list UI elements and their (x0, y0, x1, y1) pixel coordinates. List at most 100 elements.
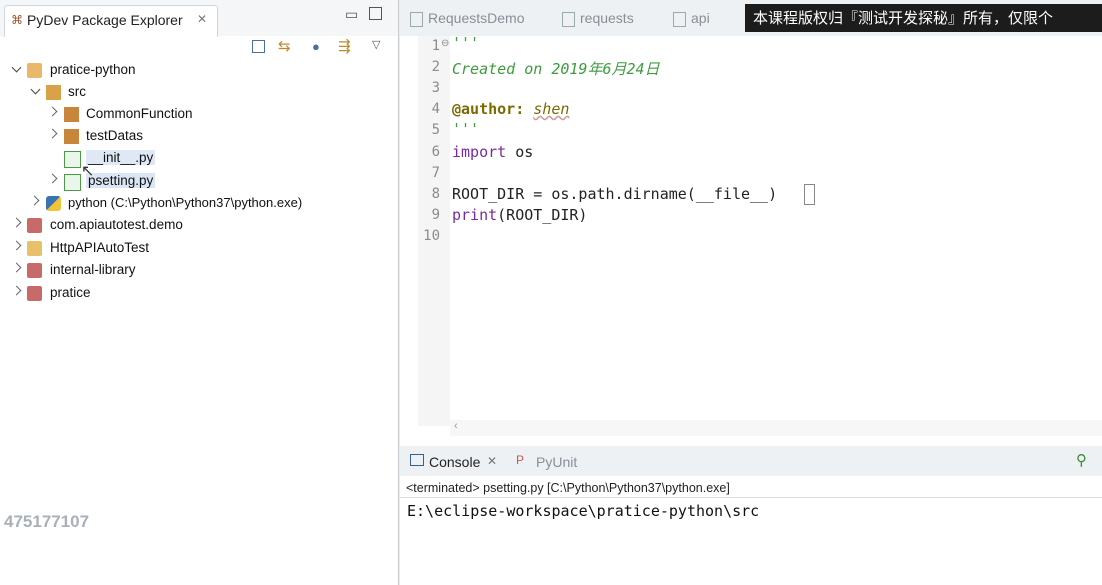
tree-item-label: CommonFunction (86, 106, 193, 121)
tree-item-label: testDatas (86, 128, 144, 143)
chevron-right-icon[interactable] (11, 285, 22, 296)
source-folder-icon (46, 85, 61, 100)
author-name: shen (533, 100, 570, 118)
chevron-right-icon[interactable] (11, 217, 22, 228)
print-args: (ROOT_DIR) (497, 206, 588, 224)
tab-requests[interactable]: requests (580, 10, 634, 26)
python-file-icon (562, 12, 575, 27)
copyright-banner: 本课程版权归『测试开发探秘』所有，仅限个 (745, 4, 1102, 32)
author-tag: @author: (452, 100, 525, 118)
code-line-2: Created on 2019年6月24日 (452, 60, 660, 78)
sync-icon[interactable]: ⇶ (338, 37, 351, 55)
code-line-4: @author: shen (452, 100, 569, 118)
console-status: <terminated> psetting.py [C:\Python\Pyth… (406, 481, 730, 495)
tree-item-label: pratice-python (50, 62, 136, 77)
package-icon (64, 107, 79, 122)
line-number: 8 (431, 186, 440, 202)
project-icon (27, 286, 42, 301)
python-file-icon (64, 174, 81, 191)
pyunit-icon: P (516, 453, 525, 467)
chevron-right-icon[interactable] (47, 128, 58, 139)
tree-item-label: __init__.py (86, 150, 156, 165)
tree-item-init-py[interactable]: __init__.py (0, 148, 398, 170)
python-interpreter-icon (46, 196, 61, 211)
tab-pyunit[interactable]: PyUnit (536, 454, 577, 470)
tree-item-label: com.apiautotest.demo (50, 217, 183, 232)
tree-item-pratice[interactable]: pratice (0, 283, 398, 305)
line-number: 9 (431, 207, 440, 223)
mouse-cursor-icon: ↖ (81, 163, 95, 180)
line-number: 3 (431, 80, 440, 96)
console-action-icon[interactable]: ⚲ (1076, 451, 1087, 469)
python-file-icon (64, 151, 81, 168)
python-file-icon (673, 12, 686, 27)
code-line-6: import os (452, 143, 533, 161)
package-explorer-icon: ⌘ (11, 13, 23, 27)
tree-item-pratice-python[interactable]: pratice-python (0, 60, 398, 82)
chevron-down-icon[interactable] (30, 84, 41, 95)
tree-item-label: psetting.py (86, 173, 156, 188)
tab-requestsdemo[interactable]: RequestsDemo (428, 10, 525, 26)
console-divider (400, 497, 1102, 498)
filter-icon[interactable]: ● (312, 39, 320, 54)
tree-item-commonfunction[interactable]: CommonFunction (0, 104, 398, 126)
tree-item-label: internal-library (50, 262, 136, 277)
scroll-left-icon[interactable]: ‹ (454, 420, 458, 432)
horizontal-scrollbar[interactable]: ‹ (450, 420, 1102, 436)
tree-item-python-interpreter[interactable]: python (C:\Python\Python37\python.exe) (0, 193, 398, 215)
view-menu-icon[interactable]: ▽ (372, 38, 380, 51)
link-with-editor-icon[interactable]: ⇆ (278, 37, 291, 55)
tree-item-label: HttpAPIAutoTest (50, 240, 150, 255)
tree-item-label: python (C:\Python\Python37\python.exe) (68, 195, 303, 210)
console-tabbar: Console ✕ P PyUnit ⚲ (400, 446, 1102, 476)
tab-api[interactable]: api (691, 10, 710, 26)
tab-console[interactable]: Console (429, 454, 480, 470)
tab-package-explorer[interactable]: ⌘ PyDev Package Explorer ✕ (4, 5, 218, 37)
chevron-right-icon[interactable] (47, 173, 58, 184)
chevron-right-icon[interactable] (47, 106, 58, 117)
bracket-match-highlight (804, 184, 815, 205)
project-icon (27, 263, 42, 278)
line-number: 7 (431, 165, 440, 181)
tree-item-label: pratice (50, 285, 91, 300)
code-line-5: ''' (452, 120, 480, 138)
code-line-8: ROOT_DIR = os.path.dirname(__file__) (452, 185, 778, 203)
line-number: 4 (431, 101, 440, 117)
folder-icon (27, 241, 42, 256)
minimize-icon[interactable]: ▭ (345, 6, 358, 23)
chevron-right-icon[interactable] (29, 195, 40, 206)
code-line-9: print(ROOT_DIR) (452, 206, 587, 224)
line-number: 2 (431, 59, 440, 75)
maximize-icon[interactable] (369, 7, 382, 20)
tree-item-httpapiautotest[interactable]: HttpAPIAutoTest (0, 238, 398, 260)
tree-item-src[interactable]: src (0, 82, 398, 104)
code-line-1: ''' (452, 34, 480, 52)
python-file-icon (410, 12, 423, 27)
project-icon (27, 218, 42, 233)
tree-item-label: src (68, 84, 86, 99)
explorer-toolbar: ⇆ ● ⇶ ▽ (250, 38, 390, 58)
chevron-right-icon[interactable] (11, 240, 22, 251)
line-number: 1 (431, 38, 440, 54)
print-keyword: print (452, 206, 498, 224)
tab-package-explorer-label: PyDev Package Explorer (27, 12, 183, 28)
line-number: 6 (431, 144, 440, 160)
close-icon[interactable]: ✕ (197, 12, 207, 26)
tree-item-psetting-py[interactable]: psetting.py (0, 171, 398, 193)
close-icon[interactable]: ✕ (487, 454, 497, 468)
console-icon (410, 454, 424, 466)
project-icon (27, 63, 42, 78)
chevron-down-icon[interactable] (11, 62, 22, 73)
package-icon (64, 129, 79, 144)
tree-item-testdatas[interactable]: testDatas (0, 126, 398, 148)
collapse-all-icon[interactable] (252, 40, 265, 53)
tree-item-internal-library[interactable]: internal-library (0, 260, 398, 282)
import-keyword: import (452, 143, 507, 161)
line-number: 10 (423, 228, 440, 244)
import-target: os (506, 143, 534, 161)
chevron-right-icon[interactable] (11, 262, 22, 273)
console-output: E:\eclipse-workspace\pratice-python\src (407, 502, 760, 520)
watermark-text: 475177107 (4, 512, 90, 531)
tree-item-com-apiautotest-demo[interactable]: com.apiautotest.demo (0, 215, 398, 237)
fold-icon[interactable]: ⊖ (441, 38, 449, 49)
